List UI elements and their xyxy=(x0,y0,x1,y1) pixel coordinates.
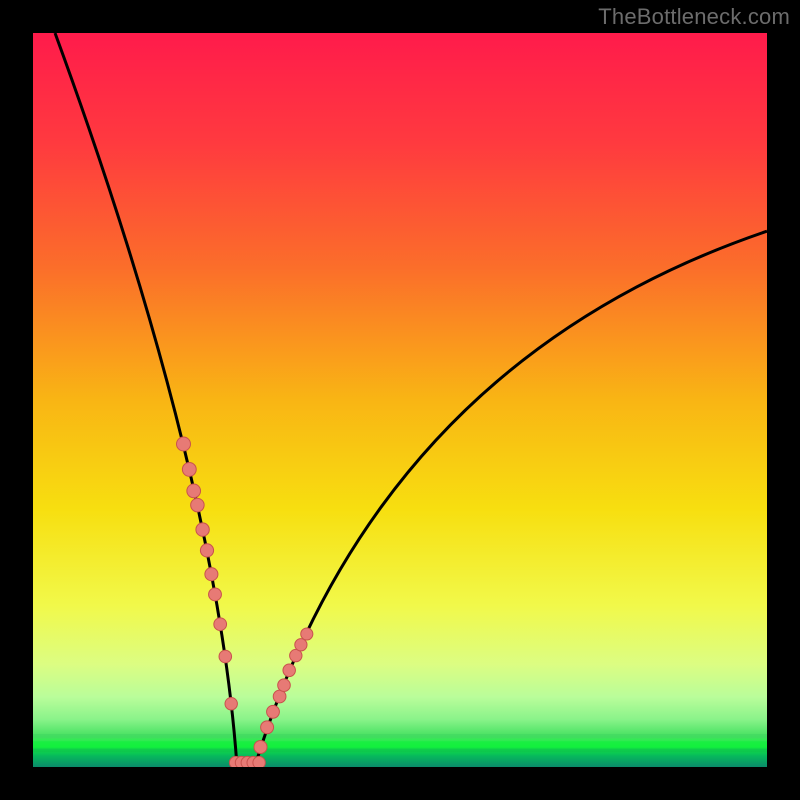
chart-marker xyxy=(273,690,286,703)
chart-marker xyxy=(196,523,209,536)
chart-marker xyxy=(253,756,265,767)
chart-green-bands xyxy=(33,734,767,752)
chart-background-gradient xyxy=(33,33,767,767)
chart-marker xyxy=(267,705,280,718)
chart-frame: TheBottleneck.com xyxy=(0,0,800,800)
chart-marker xyxy=(219,650,232,663)
chart-marker xyxy=(261,721,274,734)
chart-marker xyxy=(295,639,307,651)
chart-marker xyxy=(187,484,201,498)
chart-svg xyxy=(33,33,767,767)
chart-marker xyxy=(225,698,237,710)
chart-marker xyxy=(200,544,213,557)
chart-marker xyxy=(254,740,267,753)
chart-marker xyxy=(191,498,205,512)
chart-marker xyxy=(182,462,196,476)
chart-marker xyxy=(214,618,227,631)
chart-marker xyxy=(209,588,222,601)
chart-marker xyxy=(283,664,295,676)
chart-marker xyxy=(177,437,191,451)
chart-marker xyxy=(205,568,218,581)
chart-marker xyxy=(278,679,291,692)
chart-marker xyxy=(301,628,313,640)
watermark-text: TheBottleneck.com xyxy=(598,4,790,30)
chart-plot-area xyxy=(33,33,767,767)
